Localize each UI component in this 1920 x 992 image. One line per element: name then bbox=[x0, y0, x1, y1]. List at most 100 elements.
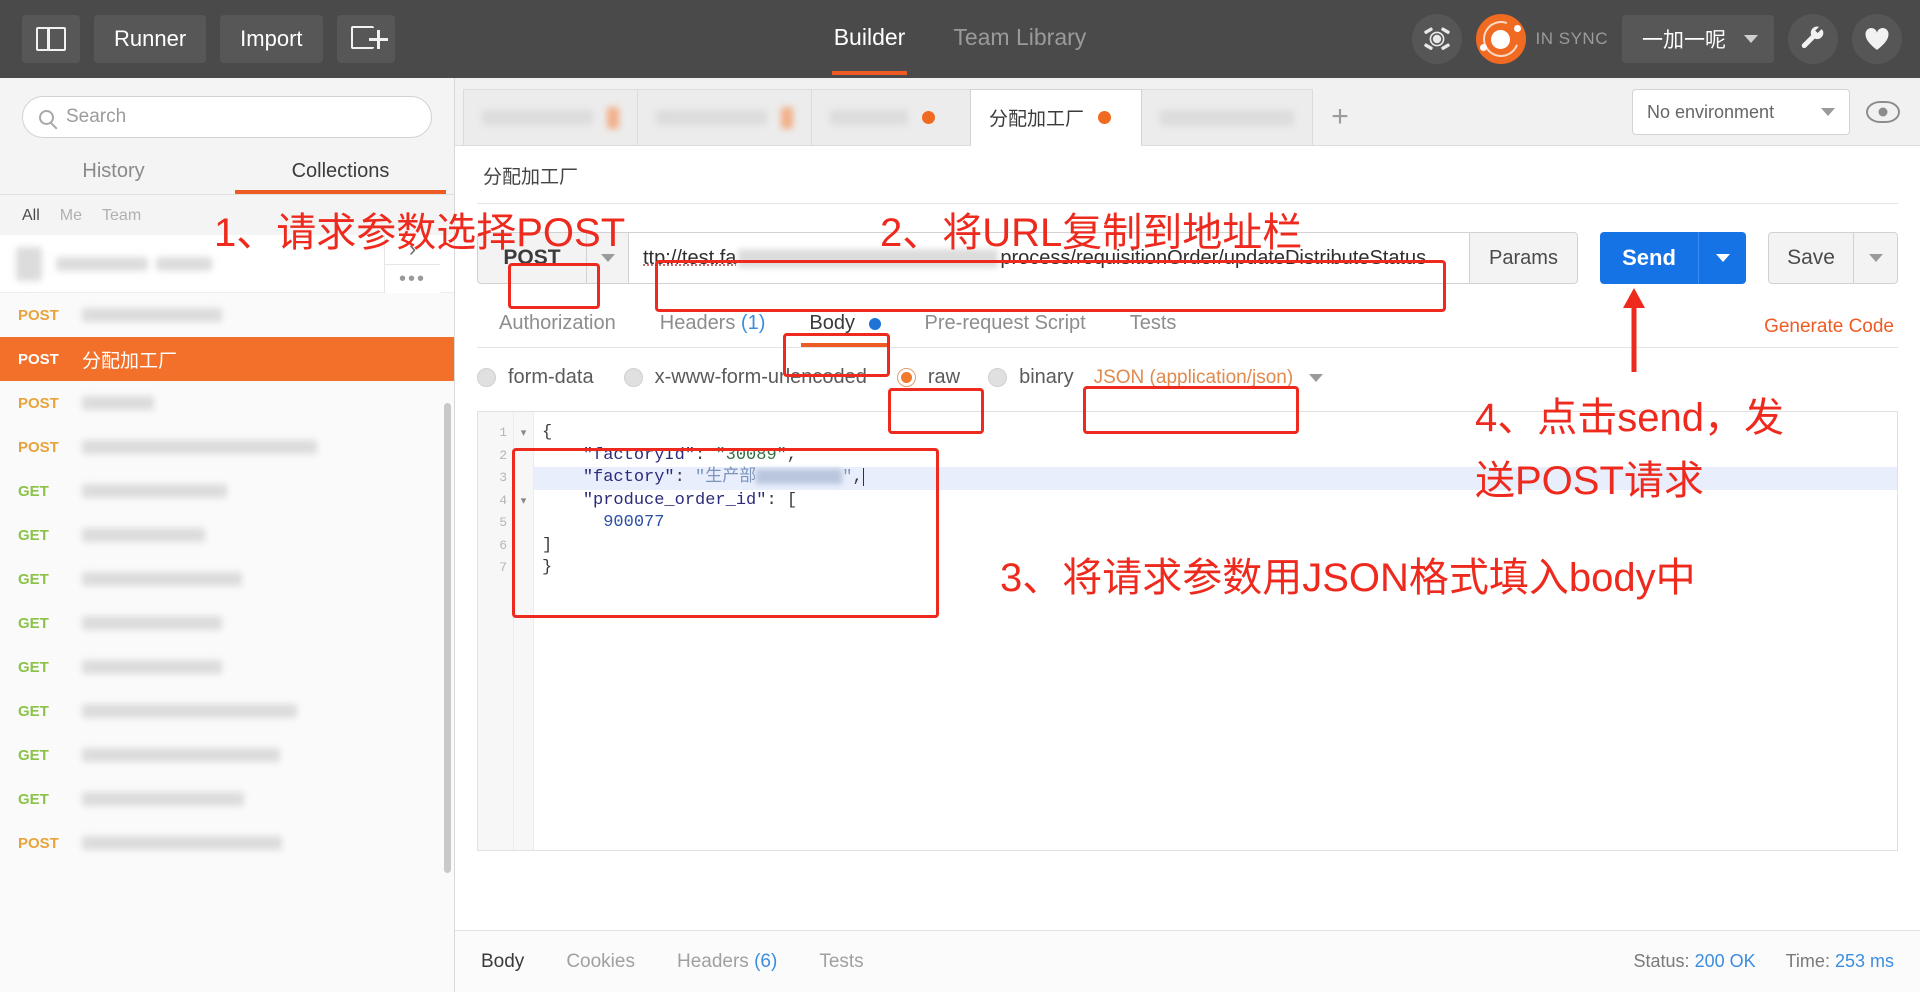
tab-authorization[interactable]: Authorization bbox=[477, 306, 638, 347]
folder-more-button[interactable]: ••• bbox=[385, 263, 440, 294]
code-key-factory: "factory" bbox=[582, 468, 675, 487]
user-menu[interactable]: 一加一呢 bbox=[1622, 15, 1774, 63]
add-request-tab-button[interactable]: + bbox=[1312, 89, 1368, 145]
url-input[interactable]: ttp://test.fa process/requisitionOrder/up… bbox=[629, 232, 1470, 284]
body-type-form-data[interactable]: form-data bbox=[477, 366, 594, 389]
radio-icon bbox=[623, 368, 643, 387]
list-item[interactable]: GET bbox=[0, 733, 454, 777]
tab-tests-label: Tests bbox=[1129, 312, 1177, 334]
folder-expand-button[interactable]: › bbox=[385, 235, 440, 264]
response-tab-tests[interactable]: Tests bbox=[819, 951, 863, 973]
sync-icon bbox=[1475, 14, 1526, 64]
list-item[interactable]: GET bbox=[0, 601, 454, 645]
response-tab-cookies[interactable]: Cookies bbox=[566, 951, 635, 973]
unsaved-indicator-dot bbox=[922, 111, 935, 124]
tab-builder[interactable]: Builder bbox=[831, 24, 907, 75]
response-tab-headers[interactable]: Headers (6) bbox=[677, 951, 777, 973]
generate-code-link[interactable]: Generate Code bbox=[1764, 316, 1894, 338]
method-select-caret[interactable] bbox=[587, 232, 629, 284]
fold-toggle-icon[interactable]: ▾ bbox=[514, 490, 533, 513]
body-type-raw[interactable]: raw bbox=[896, 366, 960, 389]
runner-button[interactable]: Runner bbox=[94, 15, 207, 63]
settings-button[interactable] bbox=[1788, 14, 1838, 64]
request-tab[interactable] bbox=[637, 89, 812, 145]
tab-tests[interactable]: Tests bbox=[1108, 306, 1199, 347]
sidebar-tab-history[interactable]: History bbox=[0, 148, 227, 194]
list-item[interactable]: POST 分配加工厂 bbox=[0, 337, 454, 381]
radio-icon bbox=[988, 368, 1008, 387]
filter-me[interactable]: Me bbox=[60, 207, 82, 225]
search-box[interactable] bbox=[22, 96, 432, 138]
body-editor[interactable]: 1 2 3 4 5 6 7 ▾ ▾ {"factoryId": "30089"… bbox=[477, 411, 1898, 851]
request-tab[interactable] bbox=[811, 89, 971, 145]
environment-quicklook-icon[interactable] bbox=[1866, 101, 1900, 123]
tab-pre-request-script-label: Pre-request Script bbox=[924, 312, 1086, 334]
collection-folder-row[interactable]: › ••• bbox=[0, 235, 454, 293]
request-name-redacted bbox=[82, 484, 227, 498]
import-button[interactable]: Import bbox=[220, 15, 323, 63]
save-button[interactable]: Save bbox=[1768, 232, 1854, 284]
favorites-button[interactable] bbox=[1852, 14, 1902, 64]
list-item[interactable]: GET bbox=[0, 777, 454, 821]
request-method: POST bbox=[18, 306, 59, 324]
code-open-brace: { bbox=[542, 423, 553, 442]
list-item[interactable]: GET bbox=[0, 513, 454, 557]
params-button[interactable]: Params bbox=[1470, 232, 1578, 284]
method-label: POST bbox=[503, 246, 561, 269]
save-options-button[interactable] bbox=[1854, 232, 1898, 284]
tab-label-redacted bbox=[656, 110, 767, 125]
sidebar-scrollbar[interactable] bbox=[444, 403, 451, 873]
sync-status[interactable]: IN SYNC bbox=[1475, 14, 1608, 64]
send-options-button[interactable] bbox=[1698, 232, 1746, 284]
list-item[interactable]: GET bbox=[0, 557, 454, 601]
code-line: "produce_order_id": [ bbox=[582, 490, 798, 510]
send-button[interactable]: Send bbox=[1600, 232, 1698, 284]
tab-team-library[interactable]: Team Library bbox=[953, 24, 1086, 55]
tab-headers[interactable]: Headers (1) bbox=[638, 306, 788, 347]
list-item[interactable]: POST bbox=[0, 381, 454, 425]
environment-select[interactable]: No environment bbox=[1632, 89, 1850, 135]
request-tab-active[interactable]: 分配加工厂 bbox=[970, 89, 1142, 146]
url-prefix: ttp://test.fa bbox=[643, 246, 737, 269]
filter-all[interactable]: All bbox=[22, 207, 40, 225]
content-type-select[interactable]: JSON (application/json) bbox=[1094, 367, 1324, 389]
request-method: GET bbox=[18, 746, 49, 764]
request-name-redacted bbox=[82, 572, 242, 586]
time-value: 253 ms bbox=[1834, 951, 1894, 971]
code-key-produce-order-id: "produce_order_id" bbox=[582, 490, 767, 510]
fold-toggle-icon[interactable]: ▾ bbox=[514, 422, 533, 445]
tab-pre-request-script[interactable]: Pre-request Script bbox=[903, 306, 1108, 347]
filter-team[interactable]: Team bbox=[102, 207, 141, 225]
request-pane: 分配加工厂 POST ttp://test.fa process/requisit… bbox=[455, 146, 1920, 930]
list-item[interactable]: POST bbox=[0, 293, 454, 337]
interceptor-icon[interactable] bbox=[1411, 14, 1462, 64]
request-name-redacted bbox=[82, 748, 280, 762]
editor-fold-gutter[interactable]: ▾ ▾ bbox=[514, 412, 534, 850]
body-type-urlencoded[interactable]: x-www-form-urlencoded bbox=[623, 366, 867, 389]
response-tab-body[interactable]: Body bbox=[481, 951, 524, 973]
list-item[interactable]: POST bbox=[0, 425, 454, 469]
list-item[interactable]: GET bbox=[0, 645, 454, 689]
request-tab[interactable] bbox=[1141, 89, 1313, 145]
chevron-down-icon bbox=[1744, 35, 1758, 43]
list-item[interactable]: GET bbox=[0, 689, 454, 733]
tab-body[interactable]: Body bbox=[787, 306, 902, 347]
method-select[interactable]: POST bbox=[477, 232, 587, 284]
new-tab-button[interactable] bbox=[336, 15, 395, 63]
search-input[interactable] bbox=[66, 106, 415, 128]
request-method: GET bbox=[18, 658, 49, 676]
toggle-sidebar-button[interactable] bbox=[22, 15, 80, 63]
list-item[interactable]: POST bbox=[0, 821, 454, 865]
line-number: 3 bbox=[499, 470, 507, 485]
body-type-binary[interactable]: binary bbox=[988, 366, 1074, 389]
request-name: 分配加工厂 bbox=[82, 350, 178, 372]
code-line-active: "factory": "生产部 ", bbox=[534, 467, 1897, 490]
request-method: GET bbox=[18, 570, 49, 588]
editor-code-area[interactable]: { "factoryId": "30089", "factory": "生产部 "… bbox=[534, 412, 1897, 850]
list-item[interactable]: GET bbox=[0, 469, 454, 513]
request-tab[interactable] bbox=[463, 89, 638, 145]
more-options-icon: ••• bbox=[398, 267, 426, 290]
sidebar-tab-collections[interactable]: Collections bbox=[227, 148, 454, 194]
body-type-binary-label: binary bbox=[1019, 366, 1074, 388]
runner-label: Runner bbox=[114, 26, 187, 51]
